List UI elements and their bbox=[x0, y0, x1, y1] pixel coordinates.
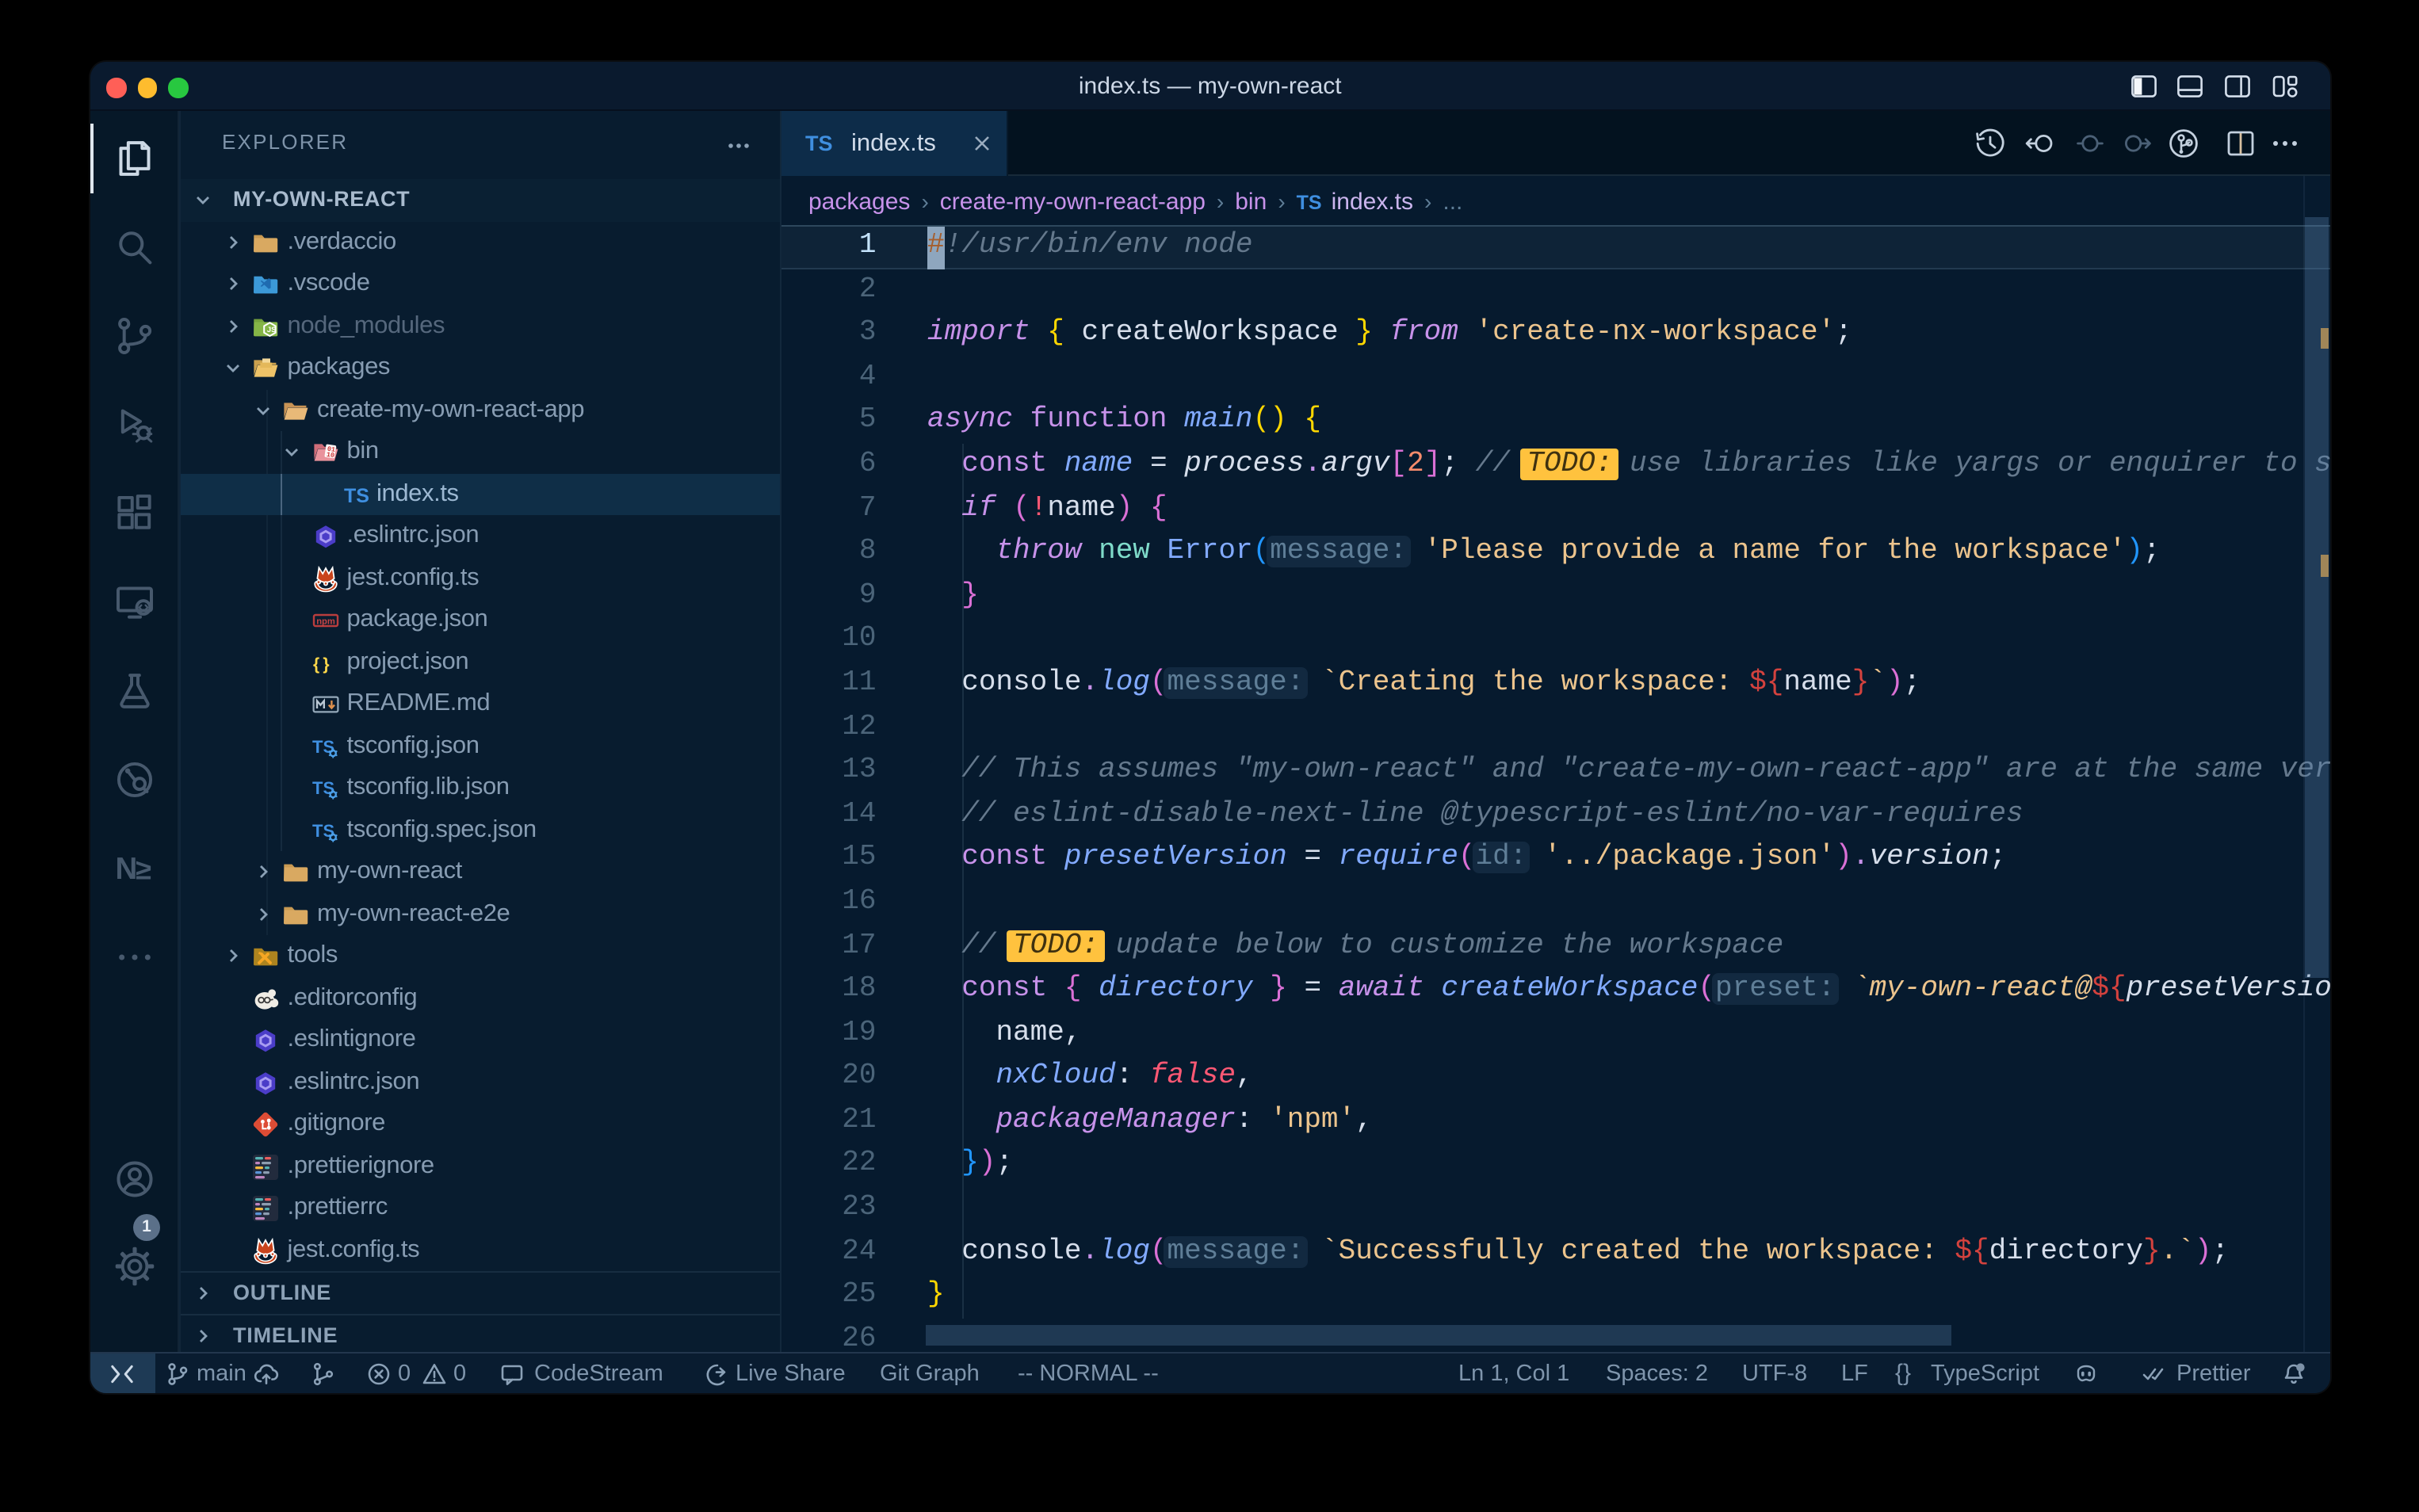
svg-text:npm: npm bbox=[316, 617, 335, 627]
svg-text:N: N bbox=[116, 852, 138, 886]
svg-text:10: 10 bbox=[326, 451, 334, 460]
svg-text:TS: TS bbox=[312, 821, 334, 841]
svg-text:TS: TS bbox=[312, 779, 334, 799]
svg-text:{ }: { } bbox=[313, 655, 330, 673]
svg-text:TS: TS bbox=[343, 485, 369, 507]
svg-text:TS: TS bbox=[312, 737, 334, 757]
svg-text:≥: ≥ bbox=[136, 853, 151, 886]
svg-text:JS: JS bbox=[267, 326, 277, 334]
